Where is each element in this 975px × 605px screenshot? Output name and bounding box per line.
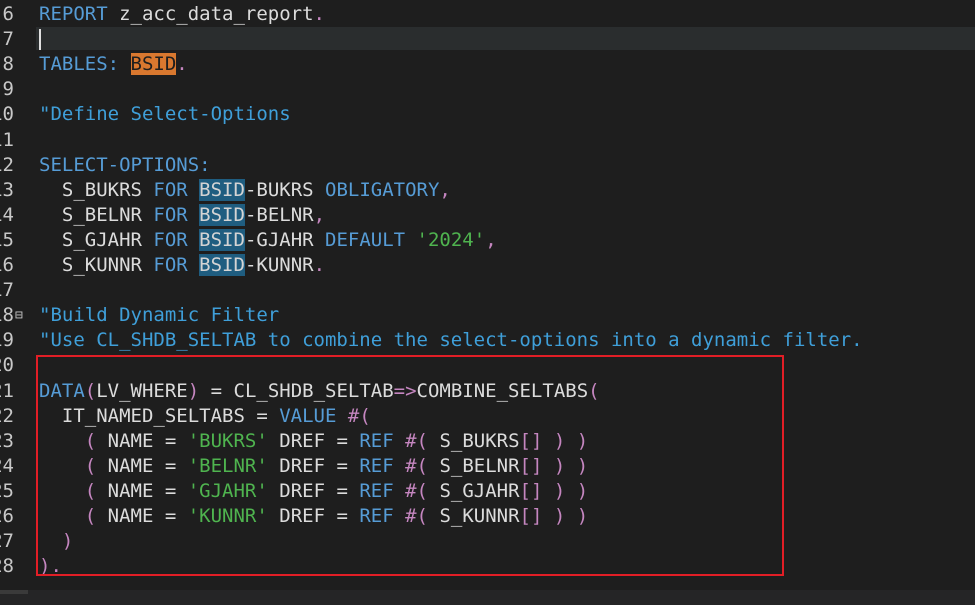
token-cm: "Define Select-Options [39, 103, 291, 126]
line-number: 19 [0, 329, 14, 352]
token-op: . [313, 3, 325, 25]
code-line[interactable]: 8 TABLES: BSID. [0, 52, 975, 77]
line-number: 8 [2, 53, 14, 76]
token-fn: -BELNR [244, 203, 314, 226]
code-editor[interactable]: 28).27 )26 ( NAME = 'KUNNR' DREF = REF #… [0, 0, 975, 605]
current-line-highlight [36, 27, 975, 51]
token-hl-blue: BSID [199, 228, 245, 251]
line-number: 27 [0, 530, 14, 553]
token-hl-orange: BSID [130, 53, 177, 76]
line-number: 20 [0, 354, 14, 377]
token-fn: -KUNNR [244, 254, 314, 276]
text-caret [39, 29, 41, 51]
code-line[interactable]: 17 [0, 278, 975, 303]
token-fn [188, 254, 199, 276]
token-kw: DEFAULT [325, 228, 406, 251]
code-line[interactable]: 16 S_KUNNR FOR BSID-KUNNR. [0, 253, 975, 278]
token-cm: "Use CL_SHDB_SELTAB to combine the selec… [39, 329, 863, 352]
line-number: 17 [0, 279, 14, 302]
code-text: S_BUKRS FOR BSID-BUKRS OBLIGATORY, [39, 178, 451, 203]
line-number: 7 [2, 28, 14, 51]
token-fn: S_KUNNR [39, 254, 154, 276]
code-text: S_GJAHR FOR BSID-GJAHR DEFAULT '2024', [39, 228, 497, 253]
token-hl-blue: BSID [199, 254, 245, 276]
line-number: 28 [0, 555, 14, 578]
code-line[interactable]: 6 REPORT z_acc_data_report. [0, 2, 975, 27]
line-number: 15 [0, 228, 14, 251]
code-text: SELECT-OPTIONS: [39, 153, 211, 178]
line-number: 24 [0, 454, 14, 477]
code-line[interactable]: 11 [0, 128, 975, 153]
line-number: 25 [0, 479, 14, 502]
token-fn [188, 179, 199, 201]
code-text: "Use CL_SHDB_SELTAB to combine the selec… [39, 328, 863, 353]
code-line[interactable]: 19 "Use CL_SHDB_SELTAB to combine the sel… [0, 328, 975, 353]
line-number: 26 [0, 505, 14, 527]
token-fn [119, 53, 130, 75]
token-fn [405, 229, 416, 251]
code-text: "Build Dynamic Filter [39, 303, 279, 328]
line-number: 14 [0, 203, 14, 226]
token-kw: SELECT-OPTIONS: [39, 153, 211, 176]
code-text [39, 27, 41, 52]
line-number: 13 [0, 178, 14, 201]
token-op: , [313, 203, 326, 226]
token-fn [188, 229, 199, 251]
token-fn: S_BELNR [39, 203, 154, 226]
code-text: S_KUNNR FOR BSID-KUNNR. [39, 253, 325, 278]
fold-toggle-icon[interactable]: ⊟ [15, 303, 23, 328]
line-number: 22 [0, 404, 14, 427]
code-text: TABLES: BSID. [39, 52, 188, 77]
token-fn [188, 204, 199, 226]
highlight-rectangle [36, 355, 784, 576]
line-number: 21 [0, 379, 14, 402]
token-fn: S_BUKRS [39, 178, 154, 201]
line-number: 12 [0, 153, 14, 176]
code-line[interactable]: 7 [0, 27, 975, 52]
code-text: REPORT z_acc_data_report. [39, 2, 325, 27]
code-line[interactable]: 18⊟ "Build Dynamic Filter [0, 303, 975, 328]
token-str: '2024' [416, 228, 486, 251]
code-line[interactable]: 9 [0, 77, 975, 102]
code-line[interactable]: 13 S_BUKRS FOR BSID-BUKRS OBLIGATORY, [0, 178, 975, 203]
token-fn: S_GJAHR [39, 228, 154, 251]
token-fn: -BUKRS [244, 178, 326, 201]
token-kw: FOR [153, 203, 188, 226]
token-kw: REPORT [39, 3, 108, 25]
token-op: . [176, 53, 188, 76]
code-line[interactable]: 12 SELECT-OPTIONS: [0, 153, 975, 178]
horizontal-scrollbar[interactable] [0, 590, 975, 605]
code-line[interactable]: 15 S_GJAHR FOR BSID-GJAHR DEFAULT '2024'… [0, 228, 975, 253]
line-number: 23 [0, 429, 14, 452]
token-op: . [313, 254, 326, 276]
line-number: 16 [0, 254, 14, 276]
line-number: 6 [2, 3, 14, 25]
token-fn: -GJAHR [244, 228, 326, 251]
token-hl-blue: BSID [199, 203, 245, 226]
token-kw: TABLES: [39, 53, 120, 76]
token-kw: FOR [153, 254, 188, 276]
token-kw: OBLIGATORY [325, 178, 440, 201]
token-hl-blue: BSID [199, 178, 245, 201]
code-text: S_BELNR FOR BSID-BELNR, [39, 203, 325, 228]
code-line[interactable]: 10 "Define Select-Options [0, 102, 975, 127]
token-op: , [485, 228, 497, 251]
line-number: 18 [0, 304, 14, 327]
code-line[interactable]: 14 S_BELNR FOR BSID-BELNR, [0, 203, 975, 228]
line-number: 10 [0, 103, 14, 126]
token-kw: FOR [153, 228, 188, 251]
token-cm: "Build Dynamic Filter [39, 304, 280, 327]
scrollbar-thumb[interactable] [0, 590, 28, 594]
token-kw: FOR [153, 178, 188, 201]
line-number: 11 [0, 128, 14, 151]
code-text: "Define Select-Options [39, 102, 291, 127]
token-fn: z_acc_data_report [107, 3, 314, 25]
line-number: 9 [2, 78, 14, 101]
token-op: , [439, 178, 451, 201]
